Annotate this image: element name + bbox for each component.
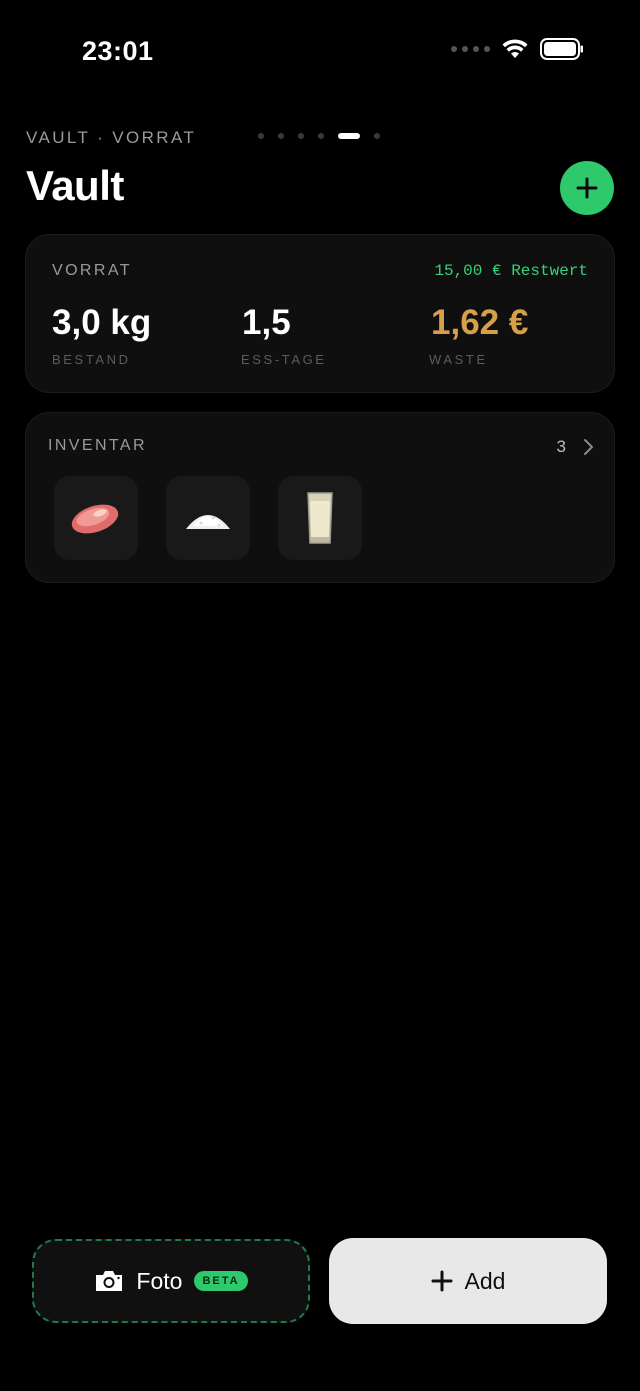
ess-tage-label: ESS-TAGE <box>241 352 327 367</box>
status-icons <box>451 38 584 60</box>
inventory-card-label: INVENTAR <box>48 437 147 454</box>
beta-badge: BETA <box>194 1271 248 1291</box>
inventory-item-meat[interactable] <box>54 476 138 560</box>
page-dot[interactable] <box>298 133 304 139</box>
plus-icon <box>576 177 598 199</box>
add-item-button[interactable] <box>560 161 614 215</box>
inventory-item-milk[interactable] <box>278 476 362 560</box>
stock-card-label: VORRAT <box>52 262 132 279</box>
bestand-value: 3,0 kg <box>52 303 152 342</box>
breadcrumb: VAULT · VORRAT <box>26 128 197 147</box>
meat-icon <box>71 504 119 534</box>
inventory-count: 3 <box>556 437 566 456</box>
plus-icon <box>431 1270 453 1292</box>
waste-label: WASTE <box>429 352 488 367</box>
page-title: Vault <box>26 162 124 209</box>
status-bar: 23:01 <box>0 0 640 100</box>
status-time: 23:01 <box>82 36 154 66</box>
inventory-item-rice[interactable] <box>166 476 250 560</box>
page-dot-active[interactable] <box>338 133 360 139</box>
ess-tage-value: 1,5 <box>242 303 291 342</box>
chevron-right-icon[interactable] <box>582 438 594 456</box>
page-indicator[interactable] <box>258 133 380 139</box>
page-dot[interactable] <box>278 133 284 139</box>
page-dot[interactable] <box>374 133 380 139</box>
signal-dots-icon <box>451 46 490 52</box>
foto-button-label: Foto <box>136 1267 183 1294</box>
inventory-card[interactable]: INVENTAR 3 <box>25 412 615 583</box>
page-dot[interactable] <box>258 133 264 139</box>
add-button[interactable]: Add <box>329 1238 607 1324</box>
rice-icon <box>186 515 230 529</box>
waste-value: 1,62 € <box>431 303 529 342</box>
bestand-label: BESTAND <box>52 352 131 367</box>
stock-summary-card: VORRAT 15,00 € Restwert 3,0 kg BESTAND 1… <box>25 234 615 393</box>
battery-icon <box>540 38 583 60</box>
page-dot[interactable] <box>318 133 324 139</box>
foto-button[interactable]: Foto BETA <box>32 1239 310 1323</box>
add-button-label: Add <box>464 1267 506 1294</box>
milk-glass-icon <box>307 492 333 544</box>
camera-icon <box>96 1271 123 1291</box>
wifi-icon <box>502 39 528 58</box>
restwert-value: 15,00 € Restwert <box>434 262 588 280</box>
